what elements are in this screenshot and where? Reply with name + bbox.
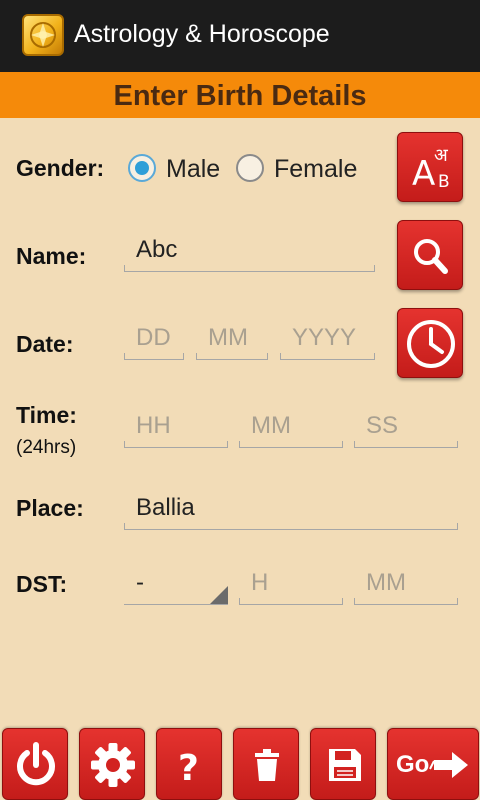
name-label: Name:: [16, 243, 87, 269]
section-header: Enter Birth Details: [0, 72, 480, 118]
dropdown-arrow-icon: [210, 586, 228, 604]
svg-text:?: ?: [178, 748, 199, 789]
settings-button[interactable]: [79, 728, 145, 800]
search-button[interactable]: [397, 220, 463, 290]
trash-icon: [255, 749, 279, 781]
date-label: Date:: [16, 331, 74, 357]
search-icon: [414, 239, 448, 274]
gear-icon: [91, 743, 135, 787]
year-input[interactable]: YYYY: [280, 320, 375, 360]
delete-button[interactable]: [233, 728, 299, 800]
second-input[interactable]: SS: [354, 408, 458, 448]
hour-input[interactable]: HH: [124, 408, 228, 448]
go-button[interactable]: Go: [387, 728, 479, 800]
save-icon: [329, 749, 361, 781]
dst-hour-input[interactable]: H: [239, 565, 343, 605]
question-icon: ?: [178, 748, 199, 789]
dst-select[interactable]: -: [124, 565, 228, 605]
app-logo-icon: [22, 14, 64, 56]
svg-text:A: A: [412, 154, 435, 194]
male-radio[interactable]: [128, 154, 156, 182]
help-button[interactable]: ?: [156, 728, 222, 800]
svg-text:B: B: [438, 172, 450, 192]
female-radio-label[interactable]: Female: [274, 155, 357, 184]
name-input[interactable]: Abc: [124, 232, 375, 272]
section-title: Enter Birth Details: [113, 80, 367, 112]
male-radio-label[interactable]: Male: [166, 155, 220, 184]
place-input[interactable]: Ballia: [124, 490, 458, 530]
month-input[interactable]: MM: [196, 320, 268, 360]
time-format-label: (24hrs): [16, 437, 77, 458]
power-button[interactable]: [2, 728, 68, 800]
current-time-button[interactable]: [397, 308, 463, 378]
gender-label: Gender:: [16, 155, 105, 181]
dst-minute-input[interactable]: MM: [354, 565, 458, 605]
app-bar: Astrology & Horoscope: [0, 0, 480, 72]
time-label: Time:: [16, 402, 77, 428]
dst-label: DST:: [16, 571, 68, 597]
place-label: Place:: [16, 495, 84, 521]
language-icon: A अ B: [412, 145, 450, 194]
clock-icon: [407, 320, 455, 368]
language-button[interactable]: A अ B: [397, 132, 463, 202]
arrow-right-icon: [429, 752, 468, 778]
minute-input[interactable]: MM: [239, 408, 343, 448]
female-radio[interactable]: [236, 154, 264, 182]
power-icon: [17, 742, 55, 786]
save-button[interactable]: [310, 728, 376, 800]
app-title: Astrology & Horoscope: [74, 20, 330, 48]
svg-text:अ: अ: [434, 145, 449, 166]
dst-select-value: -: [136, 569, 144, 596]
day-input[interactable]: DD: [124, 320, 184, 360]
